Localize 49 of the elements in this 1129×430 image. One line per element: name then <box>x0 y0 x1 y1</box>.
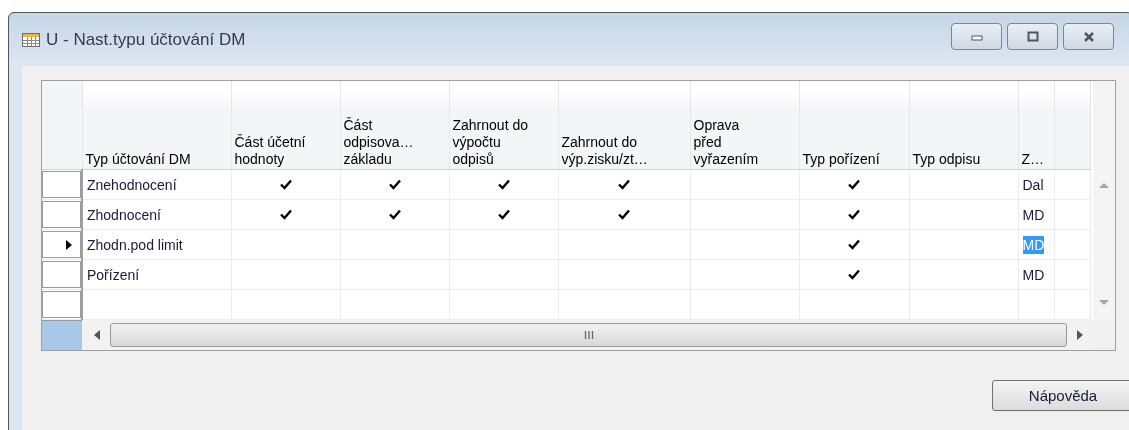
table-cell: Znehodnocení <box>87 176 177 193</box>
column-header[interactable]: Část účetní hodnoty <box>231 81 340 170</box>
scrollbar-thumb[interactable] <box>110 323 1067 347</box>
table-cell: Dal <box>1022 175 1044 194</box>
maximize-button[interactable] <box>1007 23 1058 50</box>
row-selector[interactable] <box>42 231 81 258</box>
column-header[interactable]: Část odpisova… základu <box>340 81 449 170</box>
table-cell: MD <box>1022 265 1045 284</box>
close-icon <box>1081 30 1096 43</box>
checkmark-icon <box>618 178 630 190</box>
checkmark-icon <box>388 178 401 190</box>
table-icon <box>22 32 40 47</box>
table-cell: MD <box>1022 205 1045 224</box>
help-button[interactable]: Nápověda <box>992 380 1129 411</box>
scroll-right-icon <box>1077 330 1083 340</box>
row-pointer-icon <box>66 239 72 250</box>
column-header[interactable]: Typ odpisu <box>909 81 1018 170</box>
maximize-icon <box>1025 30 1040 43</box>
table-cell: Pořízení <box>87 266 140 283</box>
checkmark-icon <box>848 238 860 250</box>
window-title: U - Nast.typu účtování DM <box>46 29 246 50</box>
table-cell: Zhodn.pod limit <box>87 236 183 253</box>
scrollbar-corner <box>1091 320 1115 350</box>
scroll-up-icon <box>1099 182 1109 188</box>
grip-icon <box>583 331 594 339</box>
table-cell: MD <box>1022 235 1045 254</box>
scroll-left-icon <box>94 330 100 340</box>
vertical-scrollbar[interactable] <box>1093 81 1115 320</box>
column-header[interactable]: Typ pořízení <box>799 81 909 170</box>
checkmark-icon <box>279 208 292 220</box>
close-button[interactable] <box>1063 23 1114 50</box>
column-header[interactable]: Oprava před vyřazením <box>690 81 799 170</box>
checkmark-icon <box>848 268 860 280</box>
checkmark-icon <box>618 208 630 220</box>
checkmark-icon <box>388 208 401 220</box>
checkmark-icon <box>497 208 510 220</box>
scroll-down-icon <box>1099 300 1109 306</box>
checkmark-icon <box>848 208 860 220</box>
table-cell: Zhodnocení <box>87 206 161 223</box>
checkmark-icon <box>848 178 860 190</box>
checkmark-icon <box>497 178 510 190</box>
minimize-icon <box>969 32 984 41</box>
column-header[interactable]: Typ účtování DM <box>82 81 231 170</box>
horizontal-scrollbar[interactable] <box>82 320 1091 350</box>
checkmark-icon <box>279 178 292 190</box>
minimize-button[interactable] <box>951 23 1002 50</box>
column-header[interactable]: Zahrnout do výp.zisku/zt… <box>558 81 690 170</box>
column-header[interactable]: Zahrnout do výpočtu odpisů <box>449 81 558 170</box>
column-header[interactable]: Z… <box>1018 81 1054 170</box>
